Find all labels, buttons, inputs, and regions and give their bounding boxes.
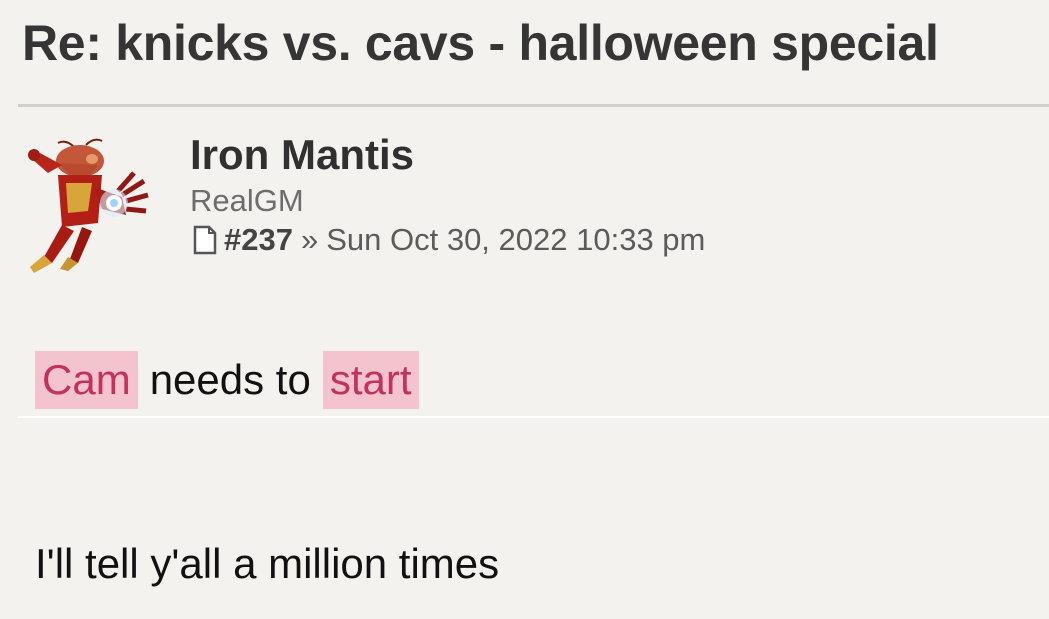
post-header: Iron Mantis RealGM #237 » Sun Oct 30, 20… (0, 107, 1049, 418)
highlighted-word: start (322, 351, 419, 409)
highlighted-word: Cam (35, 351, 138, 409)
author-name[interactable]: Iron Mantis (190, 131, 414, 179)
post-meta: #237 » Sun Oct 30, 2022 10:33 pm (192, 222, 705, 258)
iron-man-mantis-avatar-icon (28, 138, 149, 273)
user-avatar[interactable] (22, 135, 154, 275)
forum-post-page: Re: knicks vs. cavs - halloween special (0, 0, 1049, 619)
post-divider (18, 416, 1049, 418)
meta-separator: » (300, 222, 319, 257)
topic-title: Re: knicks vs. cavs - halloween special (22, 15, 939, 71)
post-text-line: I'll tell y'all a million times (35, 540, 500, 587)
post-number-link[interactable]: #237 (224, 222, 293, 258)
post-body: Cam needs to start I'll tell y'all a mil… (35, 350, 1035, 587)
post-document-icon[interactable] (192, 225, 218, 255)
post-timestamp: Sun Oct 30, 2022 10:33 pm (326, 222, 706, 257)
post-text: needs to (149, 356, 311, 403)
author-rank: RealGM (190, 183, 304, 218)
post-text-line: Cam needs to start (35, 350, 1035, 410)
